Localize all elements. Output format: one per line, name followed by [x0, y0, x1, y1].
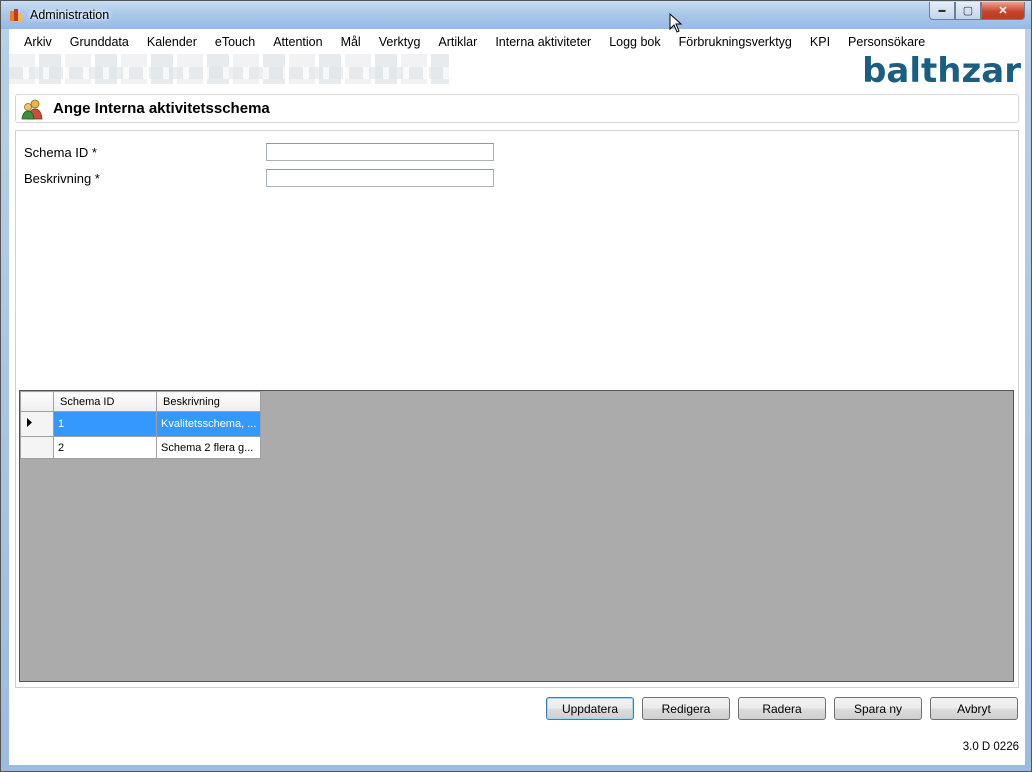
minimize-icon: ▬ [938, 7, 946, 14]
current-row-arrow-icon [27, 418, 32, 427]
form-panel: Schema ID * Beskrivning * Schema ID Besk… [15, 130, 1019, 688]
close-button[interactable]: ✕ [981, 2, 1025, 20]
table-row[interactable]: 2 Schema 2 flera g... [20, 436, 262, 459]
client-area: Arkiv Grunddata Kalender eTouch Attentio… [9, 29, 1025, 765]
mouse-cursor-icon [669, 13, 683, 33]
beskrivning-input[interactable] [266, 169, 494, 187]
menu-mal[interactable]: Mål [332, 31, 370, 53]
grid-header-row: Schema ID Beskrivning [20, 391, 262, 412]
beskrivning-label: Beskrivning * [24, 171, 100, 186]
row-header[interactable] [20, 436, 54, 459]
menu-arkiv[interactable]: Arkiv [9, 31, 61, 53]
app-icon [10, 9, 22, 21]
menu-personsokare[interactable]: Personsökare [839, 31, 934, 53]
column-header-schema-id[interactable]: Schema ID [53, 391, 157, 412]
grid-corner-cell[interactable] [20, 391, 54, 412]
menu-logg-bok[interactable]: Logg bok [600, 31, 669, 53]
cell-schema-id[interactable]: 2 [53, 436, 157, 459]
maximize-button[interactable]: ▢ [955, 2, 981, 20]
menu-artiklar[interactable]: Artiklar [429, 31, 486, 53]
menu-forbrukningsverktyg[interactable]: Förbrukningsverktyg [670, 31, 801, 53]
schema-id-label: Schema ID * [24, 145, 97, 160]
menu-bar: Arkiv Grunddata Kalender eTouch Attentio… [9, 31, 934, 53]
menu-grunddata[interactable]: Grunddata [61, 31, 138, 53]
users-icon [21, 99, 43, 120]
grid-table: Schema ID Beskrivning 1 Kvalitetsschema,… [20, 391, 262, 459]
menu-etouch[interactable]: eTouch [206, 31, 264, 53]
brand-logo: balthzar [862, 51, 1021, 91]
menu-kpi[interactable]: KPI [801, 31, 839, 53]
decorative-banner-stripe [9, 67, 449, 79]
schema-data-grid[interactable]: Schema ID Beskrivning 1 Kvalitetsschema,… [19, 390, 1014, 682]
menu-interna-aktiviteter[interactable]: Interna aktiviteter [486, 31, 600, 53]
menu-kalender[interactable]: Kalender [138, 31, 206, 53]
application-window: Administration ▬ ▢ ✕ Arkiv Grunddata Kal… [0, 0, 1032, 772]
cell-schema-id[interactable]: 1 [53, 411, 157, 437]
column-header-beskrivning[interactable]: Beskrivning [155, 391, 262, 412]
close-icon: ✕ [998, 5, 1008, 17]
update-button[interactable]: Uppdatera [546, 697, 634, 720]
cancel-button[interactable]: Avbryt [930, 697, 1018, 720]
page-header: Ange Interna aktivitetsschema [15, 94, 1019, 123]
window-title: Administration [30, 8, 110, 22]
minimize-button[interactable]: ▬ [929, 2, 955, 20]
menu-attention[interactable]: Attention [264, 31, 331, 53]
caption-buttons: ▬ ▢ ✕ [929, 2, 1025, 20]
version-label: 3.0 D 0226 [962, 741, 1019, 753]
title-bar[interactable]: Administration ▬ ▢ ✕ [1, 1, 1031, 29]
page-title: Ange Interna aktivitetsschema [53, 100, 270, 117]
cell-beskrivning[interactable]: Schema 2 flera g... [155, 436, 262, 459]
menu-verktyg[interactable]: Verktyg [370, 31, 430, 53]
cell-beskrivning[interactable]: Kvalitetsschema, ... [155, 411, 262, 437]
save-new-button[interactable]: Spara ny [834, 697, 922, 720]
edit-button[interactable]: Redigera [642, 697, 730, 720]
table-row[interactable]: 1 Kvalitetsschema, ... [20, 411, 262, 437]
maximize-icon: ▢ [962, 5, 974, 17]
row-header[interactable] [20, 411, 54, 437]
delete-button[interactable]: Radera [738, 697, 826, 720]
schema-id-input[interactable] [266, 143, 494, 161]
